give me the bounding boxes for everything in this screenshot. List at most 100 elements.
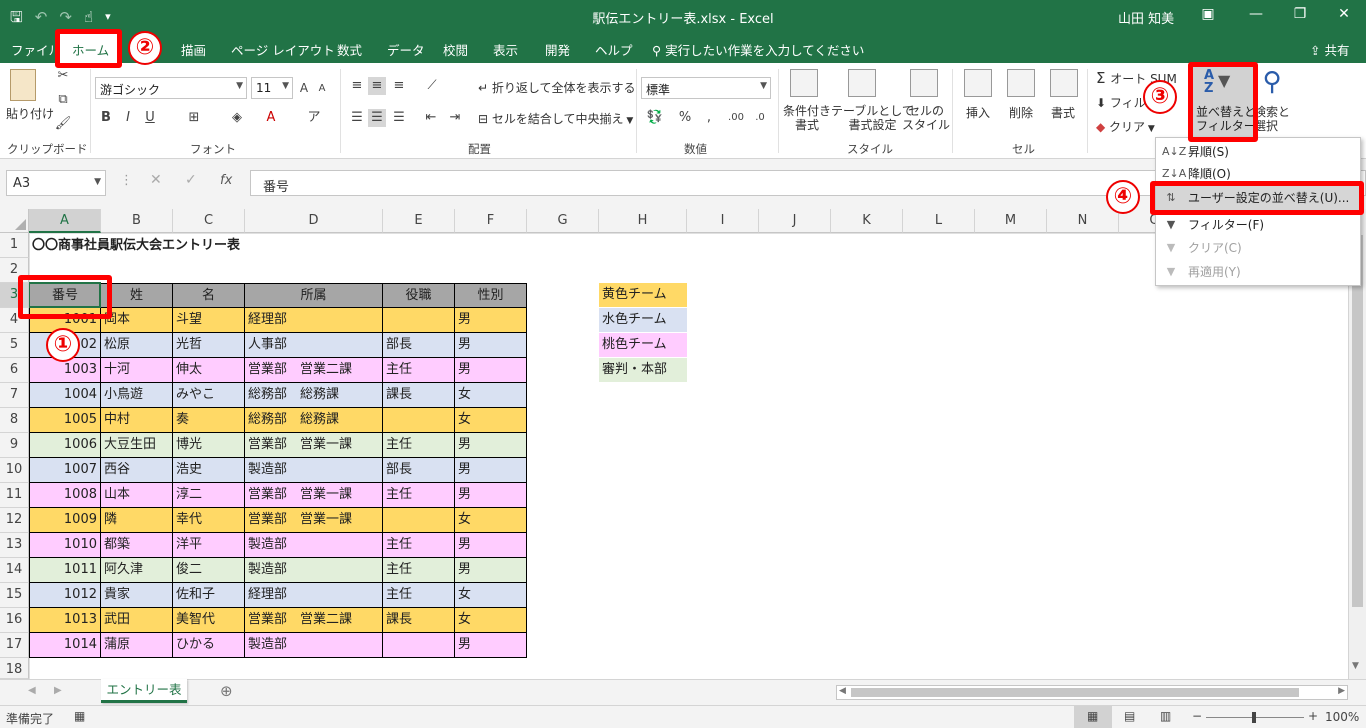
cell-gender[interactable]: 男 — [455, 433, 527, 458]
cell-department[interactable]: 製造部 — [245, 533, 383, 558]
font-size-combo[interactable]: 11 ▼ — [251, 77, 293, 99]
format-cells-icon[interactable] — [1050, 69, 1078, 97]
paste-icon[interactable] — [10, 69, 36, 101]
find-select-icon[interactable]: ⚲ — [1258, 67, 1286, 97]
borders-icon[interactable]: ⊞ — [185, 109, 203, 127]
tab-formulas[interactable]: 数式 — [337, 40, 362, 59]
align-bottom-icon[interactable]: ≡ — [390, 77, 408, 95]
percent-icon[interactable]: % — [676, 109, 694, 127]
cell-position[interactable]: 主任 — [383, 433, 455, 458]
cell-first-name[interactable]: 俊二 — [173, 558, 245, 583]
currency-icon[interactable]: 💱 — [644, 109, 666, 127]
ribbon-display-options-icon[interactable]: ▣ — [1198, 6, 1218, 22]
column-header-c[interactable]: C — [173, 209, 245, 233]
column-header-l[interactable]: L — [903, 209, 975, 233]
font-color-icon[interactable]: A — [262, 109, 280, 127]
legend-cell[interactable]: 黄色チーム — [599, 283, 687, 308]
row-header-11[interactable]: 11 — [0, 483, 29, 508]
underline-button[interactable]: U — [143, 109, 157, 127]
row-header-16[interactable]: 16 — [0, 608, 29, 633]
horizontal-scrollbar[interactable]: ◀ ▶ — [836, 685, 1348, 700]
cell-position[interactable]: 課長 — [383, 383, 455, 408]
cell-first-name[interactable]: 奏 — [173, 408, 245, 433]
cell-last-name[interactable]: 蒲原 — [101, 633, 173, 658]
clear-button[interactable]: ◆ クリア ▼ — [1096, 118, 1155, 135]
cell-department[interactable]: 営業部 営業一課 — [245, 508, 383, 533]
cell-number[interactable]: 1005 — [29, 408, 101, 433]
row-header-12[interactable]: 12 — [0, 508, 29, 533]
increase-indent-icon[interactable]: ⇥ — [446, 109, 464, 127]
column-header-i[interactable]: I — [687, 209, 759, 233]
cell-department[interactable]: 経理部 — [245, 308, 383, 333]
column-header-d[interactable]: D — [245, 209, 383, 233]
merge-center-button[interactable]: ⊟ セルを結合して中央揃え ▼ — [478, 110, 633, 127]
cell-number[interactable]: 1014 — [29, 633, 101, 658]
cell-number[interactable]: 1009 — [29, 508, 101, 533]
cell-position[interactable] — [383, 633, 455, 658]
name-box[interactable]: A3 ▼ — [6, 170, 106, 196]
find-select-button[interactable]: 検索と 選択 — [1254, 105, 1290, 133]
cell-first-name[interactable]: 浩史 — [173, 458, 245, 483]
cell-department[interactable]: 経理部 — [245, 583, 383, 608]
cell-position[interactable]: 部長 — [383, 458, 455, 483]
page-break-view-icon[interactable]: ▥ — [1160, 709, 1171, 723]
row-header-17[interactable]: 17 — [0, 633, 29, 658]
cell-department[interactable]: 製造部 — [245, 633, 383, 658]
row-header-13[interactable]: 13 — [0, 533, 29, 558]
cell-styles-icon[interactable] — [910, 69, 938, 97]
orientation-icon[interactable]: ⟋ — [422, 77, 442, 95]
normal-view-button[interactable]: ▦ — [1074, 706, 1112, 728]
bold-button[interactable]: B — [99, 109, 113, 127]
column-header-k[interactable]: K — [831, 209, 903, 233]
cell-gender[interactable]: 男 — [455, 633, 527, 658]
cell-first-name[interactable]: 佐和子 — [173, 583, 245, 608]
cell-position[interactable]: 主任 — [383, 358, 455, 383]
cell-department[interactable]: 営業部 営業二課 — [245, 358, 383, 383]
cell-position[interactable] — [383, 308, 455, 333]
row-header-9[interactable]: 9 — [0, 433, 29, 458]
cell-department[interactable]: 営業部 営業一課 — [245, 483, 383, 508]
scroll-left-icon[interactable]: ◀ — [839, 686, 846, 696]
comma-icon[interactable]: , — [700, 109, 718, 127]
cell-gender[interactable]: 男 — [455, 533, 527, 558]
select-all-button[interactable] — [0, 209, 29, 233]
cell-gender[interactable]: 男 — [455, 458, 527, 483]
align-right-icon[interactable]: ☰ — [390, 109, 408, 127]
phonetic-icon[interactable]: ア — [305, 109, 323, 127]
row-header-8[interactable]: 8 — [0, 408, 29, 433]
column-header-h[interactable]: H — [599, 209, 687, 233]
cell-gender[interactable]: 男 — [455, 308, 527, 333]
align-middle-icon[interactable]: ≡ — [368, 77, 386, 95]
cell-last-name[interactable]: 西谷 — [101, 458, 173, 483]
cell-number[interactable]: 1010 — [29, 533, 101, 558]
cell-last-name[interactable]: 阿久津 — [101, 558, 173, 583]
delete-cells-button[interactable]: 削除 — [1009, 104, 1033, 121]
delete-cells-icon[interactable] — [1007, 69, 1035, 97]
row-header-10[interactable]: 10 — [0, 458, 29, 483]
cell-position[interactable]: 部長 — [383, 333, 455, 358]
cut-icon[interactable]: ✂ — [54, 67, 72, 85]
cell-last-name[interactable]: 貴家 — [101, 583, 173, 608]
column-header-n[interactable]: N — [1047, 209, 1119, 233]
tab-developer[interactable]: 開発 — [545, 40, 570, 59]
vertical-scroll-thumb[interactable] — [1352, 235, 1363, 607]
tab-file[interactable]: ファイル — [11, 40, 61, 59]
format-cells-button[interactable]: 書式 — [1051, 104, 1075, 121]
cell-position[interactable]: 主任 — [383, 533, 455, 558]
increase-decimal-icon[interactable]: .00 — [726, 109, 746, 127]
insert-cells-button[interactable]: 挿入 — [966, 104, 990, 121]
row-header-7[interactable]: 7 — [0, 383, 29, 408]
copy-icon[interactable]: ⧉ — [54, 91, 72, 109]
cell-first-name[interactable]: 淳二 — [173, 483, 245, 508]
cell-first-name[interactable]: 幸代 — [173, 508, 245, 533]
sheet-tab-entry[interactable]: エントリー表 — [101, 679, 187, 703]
cell-first-name[interactable]: 斗望 — [173, 308, 245, 333]
worksheet-grid[interactable]: 〇〇商事社員駅伝大会エントリー表 番号姓名所属 役職 性別 1001 岡本 斗望 経理部男 1… — [29, 233, 1348, 686]
insert-function-icon[interactable]: fx — [220, 173, 232, 188]
user-name[interactable]: 山田 知美 — [1118, 8, 1174, 27]
cell-department[interactable]: 製造部 — [245, 458, 383, 483]
header-cell-gender[interactable]: 性別 — [455, 283, 527, 308]
cell-position[interactable]: 課長 — [383, 608, 455, 633]
cell-gender[interactable]: 女 — [455, 383, 527, 408]
header-cell-first-name[interactable]: 名 — [173, 283, 245, 308]
